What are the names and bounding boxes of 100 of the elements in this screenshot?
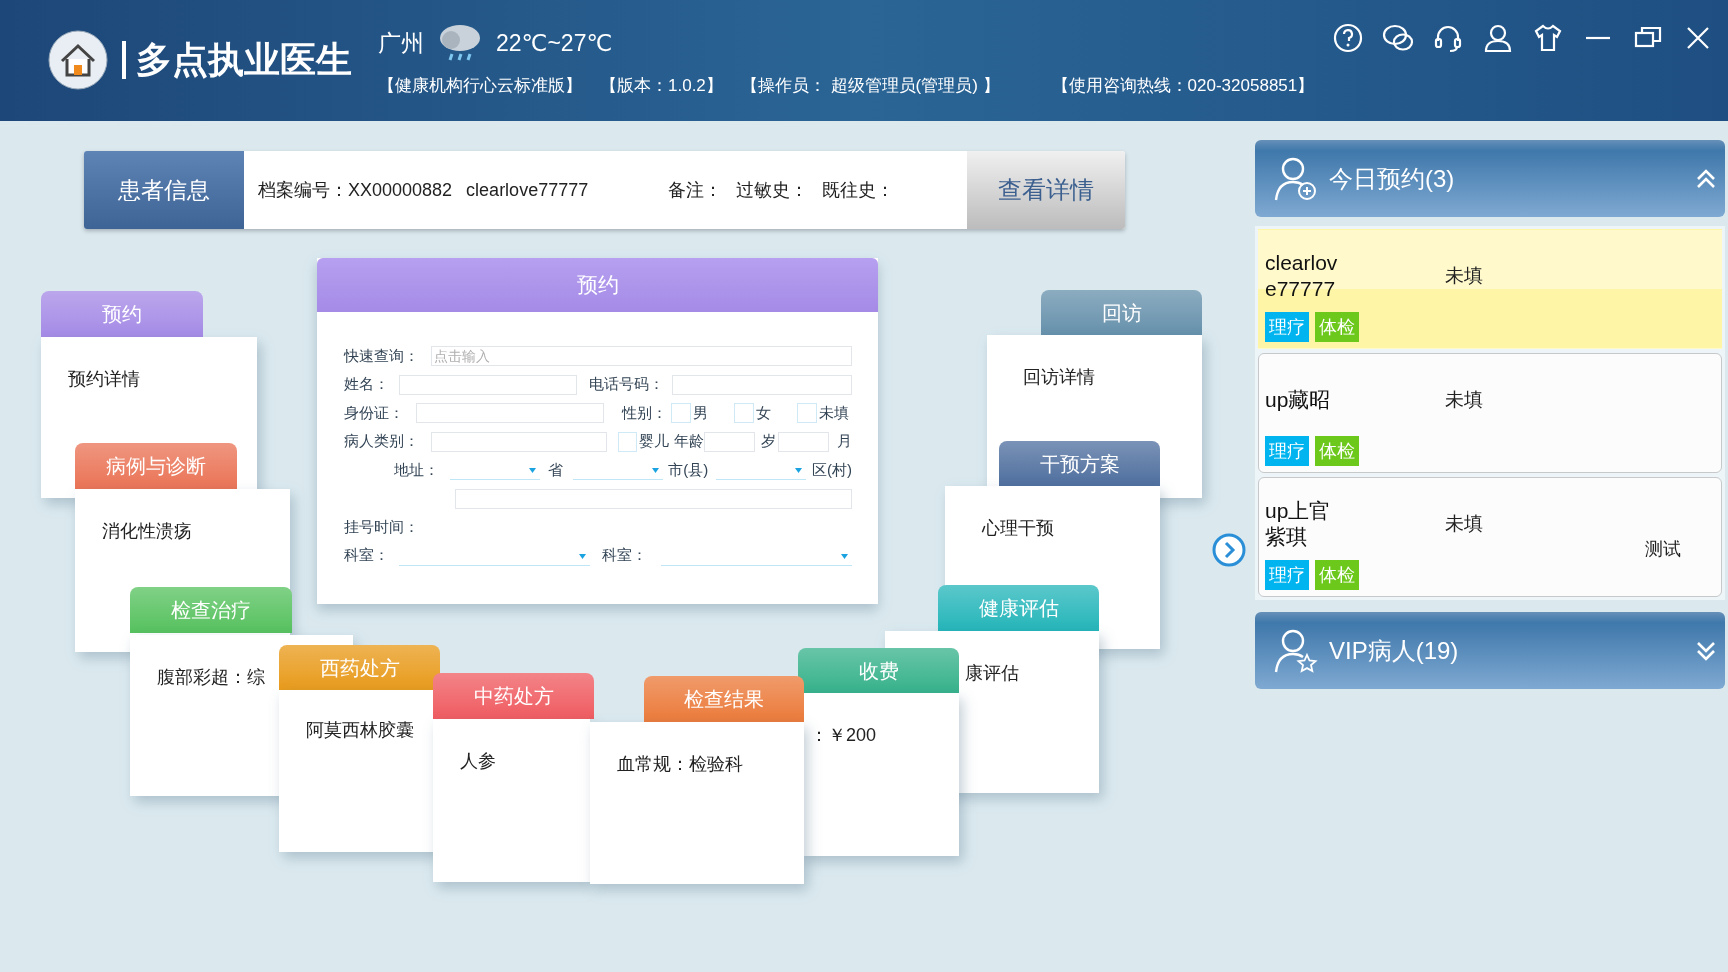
tag: 体检: [1315, 312, 1359, 342]
help-icon[interactable]: [1332, 22, 1365, 54]
city-name: 广州: [378, 28, 424, 58]
input-field[interactable]: [431, 431, 607, 452]
user-star-icon: [1273, 627, 1319, 674]
field-label: 电话号码：: [589, 375, 664, 395]
card-text: ：￥200: [810, 724, 877, 747]
record-number: 档案编号：XX00000882: [258, 179, 453, 202]
input-field[interactable]: [399, 374, 577, 395]
card-text: 腹部彩超：综: [157, 666, 265, 689]
field-label: 区(村): [812, 460, 852, 480]
status-text: 未填: [1445, 388, 1484, 412]
input-field[interactable]: [455, 488, 852, 509]
card-tab[interactable]: 回访: [1041, 290, 1202, 336]
field-label: 科室：: [601, 546, 647, 566]
appointment-item[interactable]: up上官紫琪 未填 测试 理疗 体检: [1258, 477, 1722, 597]
field-label: 年龄: [674, 432, 704, 452]
tag: 体检: [1315, 436, 1359, 466]
app-title: 多点执业医生: [136, 36, 352, 82]
panel-header[interactable]: 今日预约(3): [1255, 140, 1725, 217]
dropdown-arrow-icon[interactable]: [841, 553, 848, 559]
input-field[interactable]: [704, 431, 755, 452]
card-tab[interactable]: 西药处方: [279, 645, 440, 691]
view-details-button[interactable]: 查看详情: [967, 151, 1125, 229]
card-text: 预约详情: [68, 368, 140, 391]
chat-bubbles-icon[interactable]: [1382, 22, 1415, 54]
card-text: 阿莫西林胶囊: [306, 719, 414, 742]
info-text: 【操作员： 超级管理员(管理员) 】: [740, 75, 1000, 97]
checkbox-label: 男: [693, 403, 708, 423]
status-text: 未填: [1445, 264, 1484, 288]
appointment-item[interactable]: clearlove77777 未填 理疗 体检: [1258, 229, 1722, 349]
input-field[interactable]: [672, 374, 852, 395]
field-label: 身份证：: [344, 403, 404, 423]
info-text: 【使用咨询热线：020-32058851】: [1051, 75, 1315, 97]
panel-header[interactable]: VIP病人(19): [1255, 612, 1725, 689]
field-label: 既往史：: [822, 179, 895, 202]
checkbox-label: 女: [756, 403, 771, 423]
chevron-right-circle-icon[interactable]: [1212, 533, 1246, 567]
status-text: 未填: [1445, 512, 1484, 536]
field-label: 备注：: [668, 179, 723, 202]
card-text: 康评估: [965, 662, 1019, 685]
panel-title: 今日预约(3): [1329, 163, 1455, 194]
card-tab[interactable]: 病例与诊断: [75, 443, 237, 489]
checkbox[interactable]: [671, 403, 691, 424]
dropdown-arrow-icon[interactable]: [652, 468, 660, 474]
tag: 理疗: [1265, 312, 1309, 342]
card-text: 人参: [460, 750, 496, 773]
input-field[interactable]: [778, 431, 829, 452]
field-label: 快速查询：: [344, 346, 419, 366]
patient-info-label: 患者信息: [84, 151, 244, 229]
patient-name: up上官紫琪: [1265, 497, 1332, 550]
card-text: 回访详情: [1023, 366, 1095, 389]
form-header: 预约: [317, 258, 878, 312]
dropdown-arrow-icon[interactable]: [529, 468, 537, 474]
double-chevron-up-icon[interactable]: [1695, 167, 1717, 190]
input-field[interactable]: [416, 403, 604, 424]
checkbox[interactable]: [734, 403, 754, 424]
card-tab[interactable]: 收费: [798, 648, 959, 694]
field-label: 挂号时间：: [344, 517, 419, 537]
card-text: 心理干预: [982, 517, 1054, 540]
card-text: 血常规：检验科: [617, 753, 743, 776]
card-tab[interactable]: 健康评估: [938, 585, 1099, 631]
field-label: 市(县): [668, 460, 709, 480]
appointment-item[interactable]: up藏昭 未填 理疗 体检: [1258, 353, 1722, 473]
patient-name: clearlove77777: [1265, 249, 1339, 302]
note-text: 测试: [1645, 538, 1682, 561]
card-tab[interactable]: 预约: [41, 291, 203, 337]
patient-name: up藏昭: [1265, 386, 1332, 413]
field-label: 岁: [761, 432, 776, 452]
field-label: 省: [548, 460, 564, 480]
checkbox-label: 未填: [819, 403, 849, 423]
info-text: 【健康机构行心云标准版】: [378, 75, 582, 97]
field-label: 科室：: [344, 546, 389, 566]
tag: 理疗: [1265, 436, 1309, 466]
card-tab[interactable]: 中药处方: [433, 673, 594, 719]
dropdown-arrow-icon[interactable]: [795, 468, 802, 474]
field-label: 过敏史：: [736, 179, 809, 202]
card-tab[interactable]: 检查治疗: [130, 587, 292, 633]
double-chevron-down-icon[interactable]: [1695, 639, 1717, 662]
field-label: 病人类别：: [344, 432, 419, 452]
card-tab[interactable]: 检查结果: [644, 676, 804, 722]
patient-name: clearlove77777: [466, 179, 589, 201]
card-text: 消化性溃疡: [102, 520, 192, 543]
checkbox[interactable]: [618, 431, 637, 452]
dropdown-arrow-icon[interactable]: [578, 553, 586, 559]
temperature-range: 22℃~27℃: [496, 29, 613, 57]
tag: 体检: [1315, 560, 1359, 590]
checkbox[interactable]: [797, 403, 817, 424]
info-text: 【版本：1.0.2】: [600, 75, 723, 97]
checkbox-label: 婴儿: [639, 432, 669, 452]
user-plus-icon: [1273, 155, 1319, 202]
field-label: 姓名：: [344, 375, 389, 395]
input-field[interactable]: 点击输入: [431, 346, 852, 367]
card-tab[interactable]: 干预方案: [999, 441, 1160, 487]
panel-title: VIP病人(19): [1329, 635, 1459, 666]
home-icon[interactable]: [48, 30, 108, 90]
field-label: 月: [837, 432, 852, 452]
field-label: 地址：: [392, 460, 439, 480]
tag: 理疗: [1265, 560, 1309, 590]
field-label: 性别：: [622, 403, 667, 423]
